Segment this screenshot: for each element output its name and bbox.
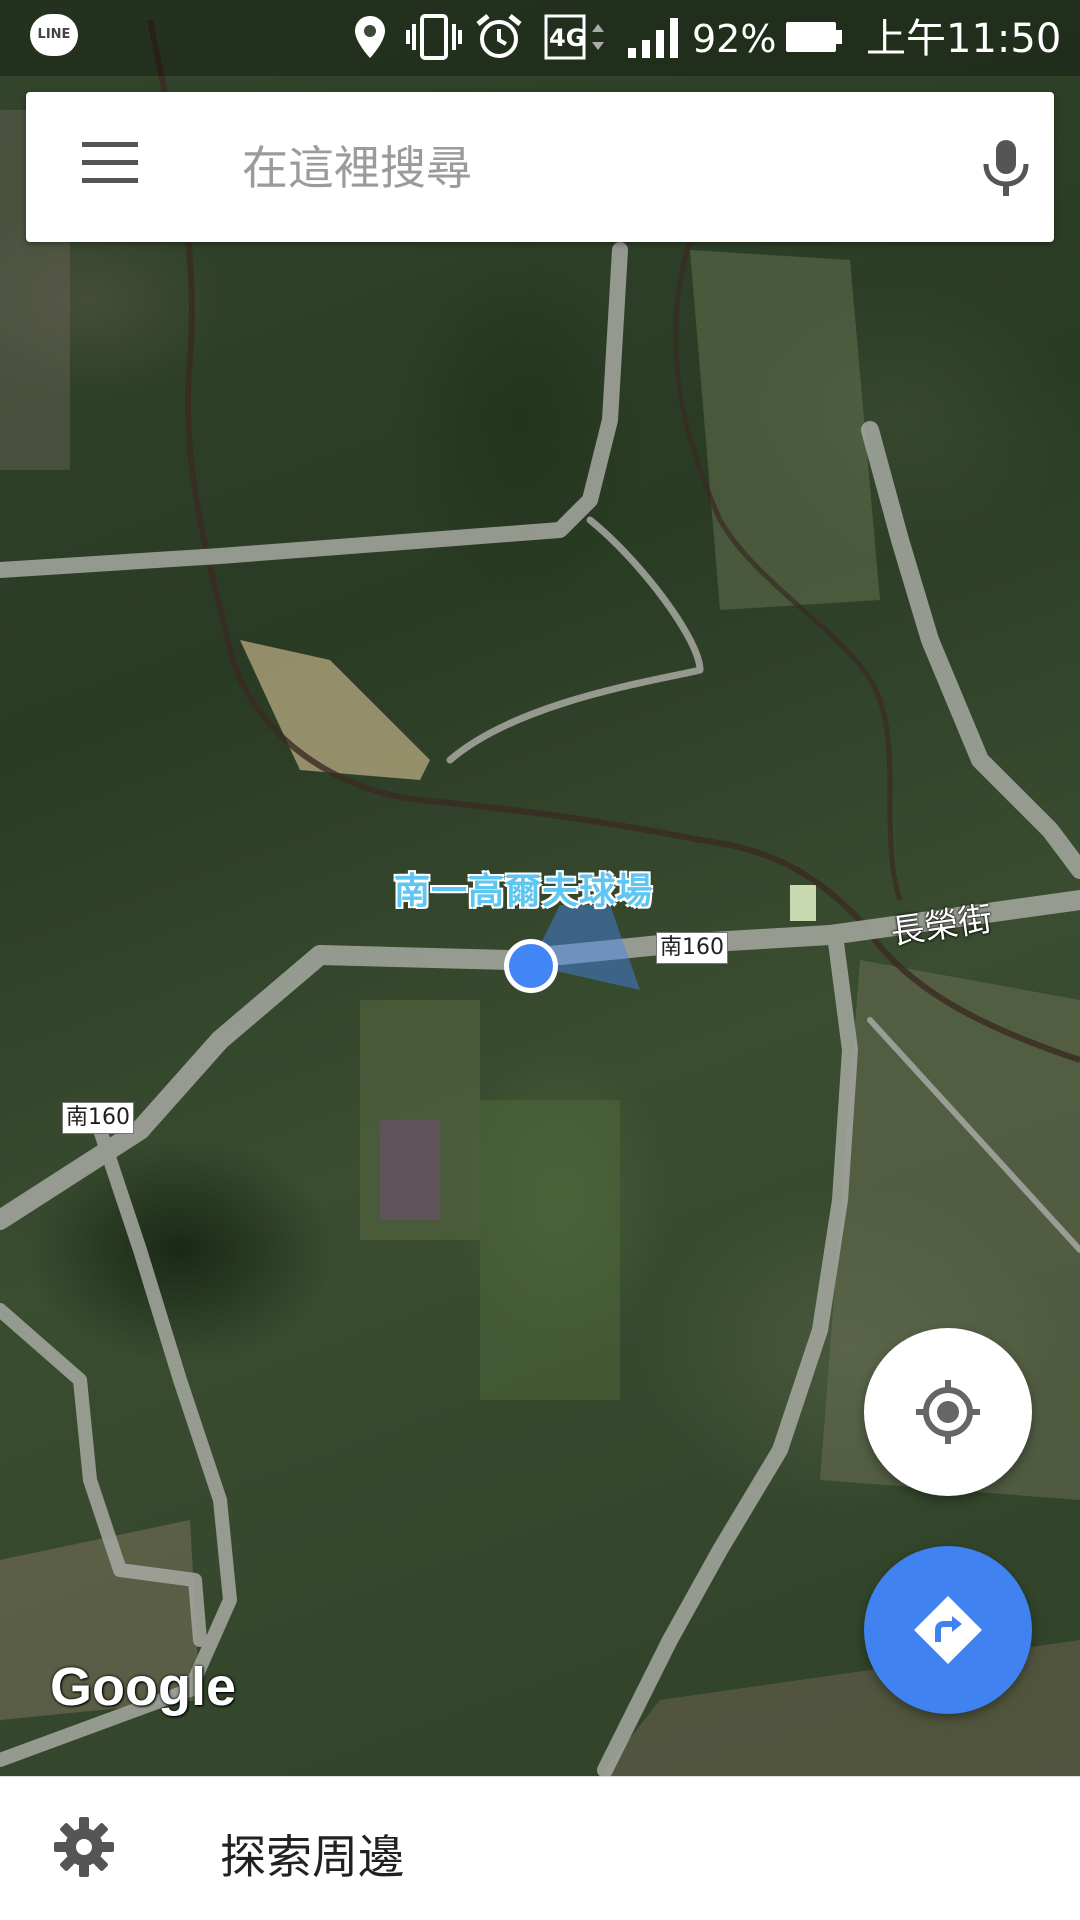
- signal-icon: [628, 18, 678, 58]
- microphone-icon[interactable]: [978, 136, 1034, 200]
- battery-icon: [786, 22, 842, 52]
- 4g-icon: 4G: [544, 14, 604, 60]
- green-field: [480, 1100, 620, 1400]
- directions-button[interactable]: [864, 1546, 1032, 1714]
- vibrate-icon: [406, 14, 462, 60]
- bare-field: [240, 640, 430, 780]
- purple-field: [380, 1120, 440, 1220]
- my-location-button[interactable]: [864, 1328, 1032, 1496]
- directions-icon: [914, 1596, 982, 1664]
- dirt-road: [446, 516, 704, 764]
- place-label[interactable]: 南一高爾夫球場: [394, 862, 653, 914]
- search-input[interactable]: [240, 122, 944, 214]
- clock: 上午11:50: [866, 16, 1062, 62]
- svg-text:4G: 4G: [549, 24, 585, 52]
- explore-bar[interactable]: 探索周邊: [0, 1776, 1080, 1920]
- marsh-field: [690, 250, 880, 610]
- alarm-icon: [476, 14, 522, 58]
- hamburger-menu-icon[interactable]: [82, 142, 138, 188]
- map-view[interactable]: 南一高爾夫球場 南160 南160 長榮街 Google: [0, 0, 1080, 1776]
- road: [597, 927, 858, 1776]
- explore-nearby-label: 探索周邊: [220, 1830, 404, 1884]
- battery-percent: 92%: [692, 17, 777, 61]
- line-app-icon: LINE: [30, 14, 78, 56]
- location-pin-icon: [355, 16, 385, 58]
- google-attribution: Google: [50, 1657, 236, 1717]
- status-bar: LINE 4G 92% 上午11:50: [0, 0, 1080, 76]
- road-shield: 南160: [62, 1102, 134, 1134]
- search-bar: [26, 92, 1054, 242]
- user-location-dot: [509, 944, 553, 988]
- building: [790, 885, 816, 921]
- road-shield: 南160: [656, 932, 728, 964]
- road: [861, 421, 1080, 879]
- gear-icon: [54, 1817, 114, 1877]
- road: [0, 242, 628, 578]
- my-location-icon: [916, 1380, 980, 1444]
